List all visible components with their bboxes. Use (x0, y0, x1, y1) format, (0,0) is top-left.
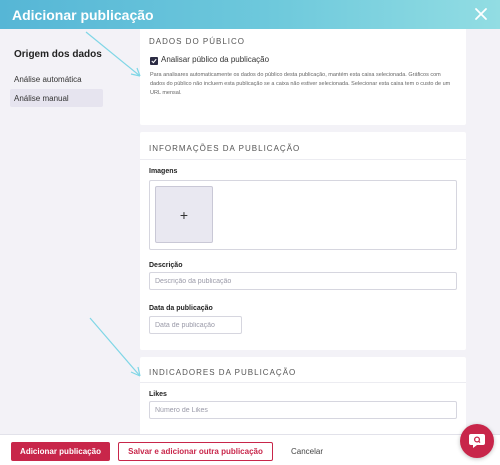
sidebar-title: Origem dos dados (14, 49, 102, 60)
sidebar: Origem dos dados Análise automática Anál… (0, 29, 124, 434)
indicators-section-title: INDICADORES DA PUBLICAÇÃO (149, 368, 297, 377)
modal-header: Adicionar publicação (0, 0, 500, 29)
divider (140, 382, 466, 383)
publication-info-card: INFORMAÇÕES DA PUBLICAÇÃO Imagens + Desc… (140, 132, 466, 350)
save-and-add-another-button[interactable]: Salvar e adicionar outra publicação (118, 442, 273, 461)
date-input[interactable] (149, 316, 242, 334)
images-label: Imagens (149, 168, 178, 175)
likes-label: Likes (149, 391, 167, 398)
images-dropzone: + (149, 180, 457, 250)
main-content[interactable]: DADOS DO PÚBLICO Analisar público da pub… (124, 29, 500, 434)
description-label: Descrição (149, 262, 183, 269)
analyze-audience-label: Analisar público da publicação (161, 55, 270, 64)
info-section-title: INFORMAÇÕES DA PUBLICAÇÃO (149, 144, 301, 153)
audience-card: DADOS DO PÚBLICO Analisar público da pub… (140, 29, 466, 125)
close-icon[interactable] (473, 6, 489, 22)
sidebar-item-manual-analysis[interactable]: Análise manual (10, 89, 103, 107)
check-icon (151, 58, 157, 64)
sidebar-item-automatic-analysis[interactable]: Análise automática (10, 70, 103, 88)
audience-section-title: DADOS DO PÚBLICO (149, 37, 246, 46)
plus-icon: + (179, 206, 189, 223)
date-label: Data da publicação (149, 305, 213, 312)
sidebar-item-label: Análise automática (14, 74, 82, 84)
audience-help-text: Para analisares automaticamente os dados… (150, 72, 451, 96)
indicators-card: INDICADORES DA PUBLICAÇÃO Likes (140, 357, 466, 434)
add-publication-button[interactable]: Adicionar publicação (11, 442, 110, 461)
analyze-audience-checkbox[interactable] (150, 57, 158, 65)
chat-button[interactable] (460, 424, 494, 458)
divider (140, 159, 466, 160)
modal-footer: Adicionar publicação Salvar e adicionar … (0, 434, 500, 465)
add-image-button[interactable]: + (155, 186, 213, 243)
sidebar-item-label: Análise manual (14, 93, 69, 103)
modal-title: Adicionar publicação (12, 6, 154, 23)
chat-icon (469, 434, 485, 448)
likes-input[interactable] (149, 401, 457, 419)
description-input[interactable] (149, 272, 457, 290)
cancel-button[interactable]: Cancelar (282, 442, 332, 461)
